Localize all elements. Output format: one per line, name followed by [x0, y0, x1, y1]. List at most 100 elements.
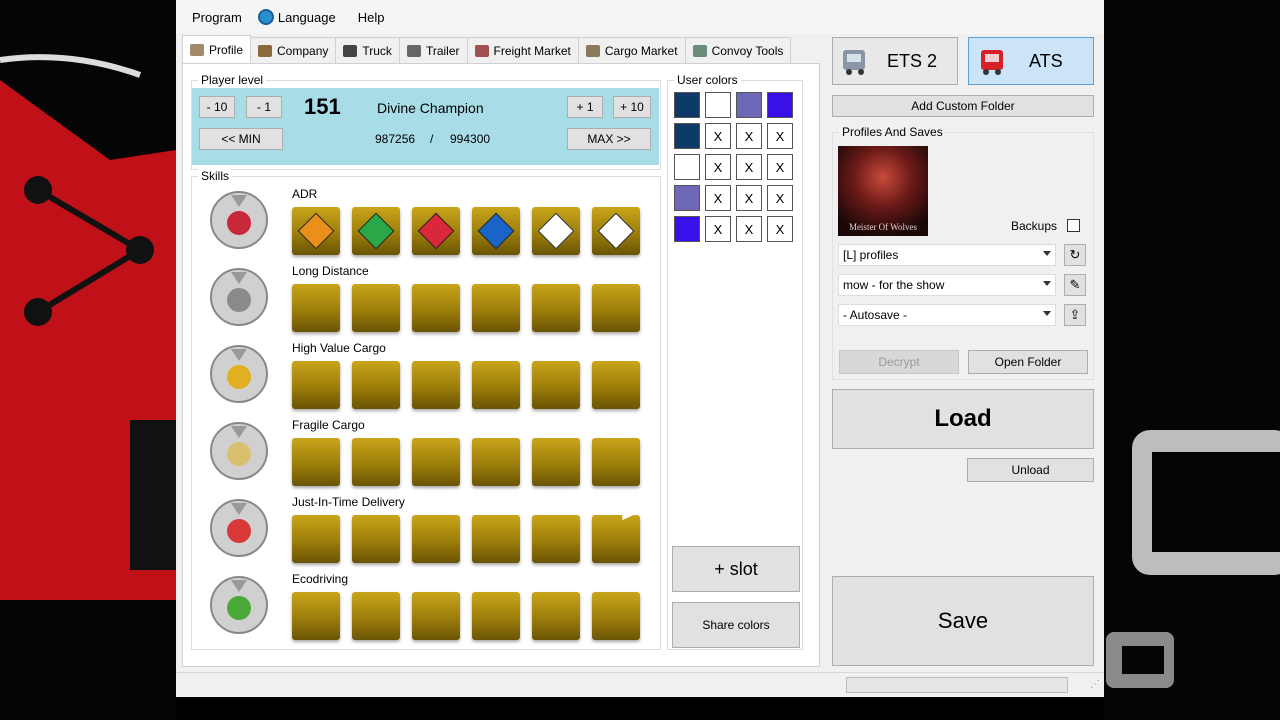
skill-slot[interactable] [292, 592, 340, 640]
clear-color-button[interactable]: X [767, 216, 793, 242]
minus-10-button[interactable]: - 10 [199, 96, 235, 118]
skill-slot[interactable] [472, 438, 520, 486]
decrypt-button[interactable]: Decrypt [839, 350, 959, 374]
skill-slot[interactable] [592, 515, 640, 563]
tab-company[interactable]: Company [250, 37, 337, 63]
profile-tab-panel: Player level - 10 - 1 151 Divine Champio… [182, 63, 820, 667]
skill-slot[interactable] [412, 592, 460, 640]
plus-1-button[interactable]: + 1 [567, 96, 603, 118]
save-button[interactable]: Save [832, 576, 1094, 666]
edit-profile-button[interactable]: ✎ [1064, 274, 1086, 296]
resize-grip-icon[interactable]: ⋰ [1090, 679, 1100, 690]
skill-slot[interactable] [592, 361, 640, 409]
skill-slot[interactable] [352, 438, 400, 486]
color-swatch[interactable] [705, 92, 731, 118]
color-slot-swatch[interactable] [674, 185, 700, 211]
clear-color-button[interactable]: X [736, 154, 762, 180]
skill-slot[interactable] [292, 284, 340, 332]
open-folder-button[interactable]: Open Folder [968, 350, 1088, 374]
clear-color-button[interactable]: X [767, 123, 793, 149]
skill-slot[interactable] [472, 284, 520, 332]
unload-button[interactable]: Unload [967, 458, 1094, 482]
profile-avatar: Meister Of Wolves [838, 146, 928, 236]
minus-1-button[interactable]: - 1 [246, 96, 282, 118]
toxic-icon [537, 212, 575, 250]
load-button[interactable]: Load [832, 389, 1094, 449]
chevron-down-icon [1043, 251, 1051, 256]
skill-slot[interactable] [352, 284, 400, 332]
color-swatch[interactable] [767, 92, 793, 118]
ats-button[interactable]: ATS [968, 37, 1094, 85]
backups-checkbox[interactable] [1067, 219, 1080, 232]
clear-color-button[interactable]: X [705, 216, 731, 242]
skill-slot[interactable] [412, 207, 460, 255]
skill-slot[interactable] [352, 592, 400, 640]
skill-slot[interactable] [412, 438, 460, 486]
skill-slot[interactable] [412, 284, 460, 332]
color-slot-swatch[interactable] [674, 216, 700, 242]
ets2-button[interactable]: ETS 2 [832, 37, 958, 85]
skill-slot[interactable] [532, 361, 580, 409]
skill-slot[interactable] [412, 361, 460, 409]
skill-label: ADR [292, 187, 318, 201]
plus-10-button[interactable]: + 10 [613, 96, 651, 118]
export-save-button[interactable]: ⇪ [1064, 304, 1086, 326]
skill-slot[interactable] [532, 438, 580, 486]
menu-bar: Program Language Help [176, 0, 1104, 34]
tab-truck[interactable]: Truck [335, 37, 400, 63]
skill-slot[interactable] [352, 361, 400, 409]
clear-color-button[interactable]: X [705, 154, 731, 180]
corrosive-icon [597, 212, 635, 250]
skill-slot[interactable] [592, 284, 640, 332]
menu-program[interactable]: Program [184, 10, 250, 25]
skill-slot[interactable] [292, 207, 340, 255]
skill-slot[interactable] [532, 592, 580, 640]
skill-slot[interactable] [592, 592, 640, 640]
skill-slot[interactable] [532, 515, 580, 563]
clear-color-button[interactable]: X [767, 185, 793, 211]
tab-trailer[interactable]: Trailer [398, 37, 468, 63]
skill-slot[interactable] [292, 438, 340, 486]
tab-profile[interactable]: Profile [182, 35, 252, 63]
refresh-button[interactable]: ↻ [1064, 244, 1086, 266]
profiles-folder-select[interactable]: [L] profiles [838, 244, 1056, 266]
clear-color-button[interactable]: X [767, 154, 793, 180]
clear-color-button[interactable]: X [736, 185, 762, 211]
save-select[interactable]: - Autosave - [838, 304, 1056, 326]
menu-language-label: Language [277, 9, 336, 25]
clear-color-button[interactable]: X [705, 185, 731, 211]
color-slot-swatch[interactable] [674, 154, 700, 180]
skill-slot[interactable] [292, 361, 340, 409]
skill-slot[interactable] [472, 515, 520, 563]
skill-slot[interactable] [472, 207, 520, 255]
tab-cargo-market[interactable]: Cargo Market [577, 37, 686, 63]
skill-slot[interactable] [472, 361, 520, 409]
add-slot-button[interactable]: + slot [672, 546, 800, 592]
skill-slot[interactable] [352, 515, 400, 563]
skill-slot[interactable] [532, 284, 580, 332]
clear-color-button[interactable]: X [705, 123, 731, 149]
color-slot-swatch[interactable] [674, 123, 700, 149]
menu-language[interactable]: Language [250, 9, 344, 25]
user-colors-group: User colors XXXXXXXXXXXX + slot Share co… [667, 73, 803, 650]
share-colors-button[interactable]: Share colors [672, 602, 800, 648]
skill-slot[interactable] [532, 207, 580, 255]
add-custom-folder-button[interactable]: Add Custom Folder [832, 95, 1094, 117]
skill-slot[interactable] [592, 207, 640, 255]
skill-slot[interactable] [472, 592, 520, 640]
clear-color-button[interactable]: X [736, 123, 762, 149]
skill-row: Fragile Cargo [192, 418, 652, 495]
skill-slot[interactable] [352, 207, 400, 255]
profile-select[interactable]: mow - for the show [838, 274, 1056, 296]
skill-slot[interactable] [412, 515, 460, 563]
max-level-button[interactable]: MAX >> [567, 128, 651, 150]
color-swatch[interactable] [736, 92, 762, 118]
tab-freight-market[interactable]: Freight Market [466, 37, 579, 63]
tab-convoy-tools[interactable]: Convoy Tools [684, 37, 792, 63]
menu-help[interactable]: Help [350, 10, 393, 25]
min-level-button[interactable]: << MIN [199, 128, 283, 150]
skill-slot[interactable] [292, 515, 340, 563]
skill-slot[interactable] [592, 438, 640, 486]
color-swatch[interactable] [674, 92, 700, 118]
clear-color-button[interactable]: X [736, 216, 762, 242]
